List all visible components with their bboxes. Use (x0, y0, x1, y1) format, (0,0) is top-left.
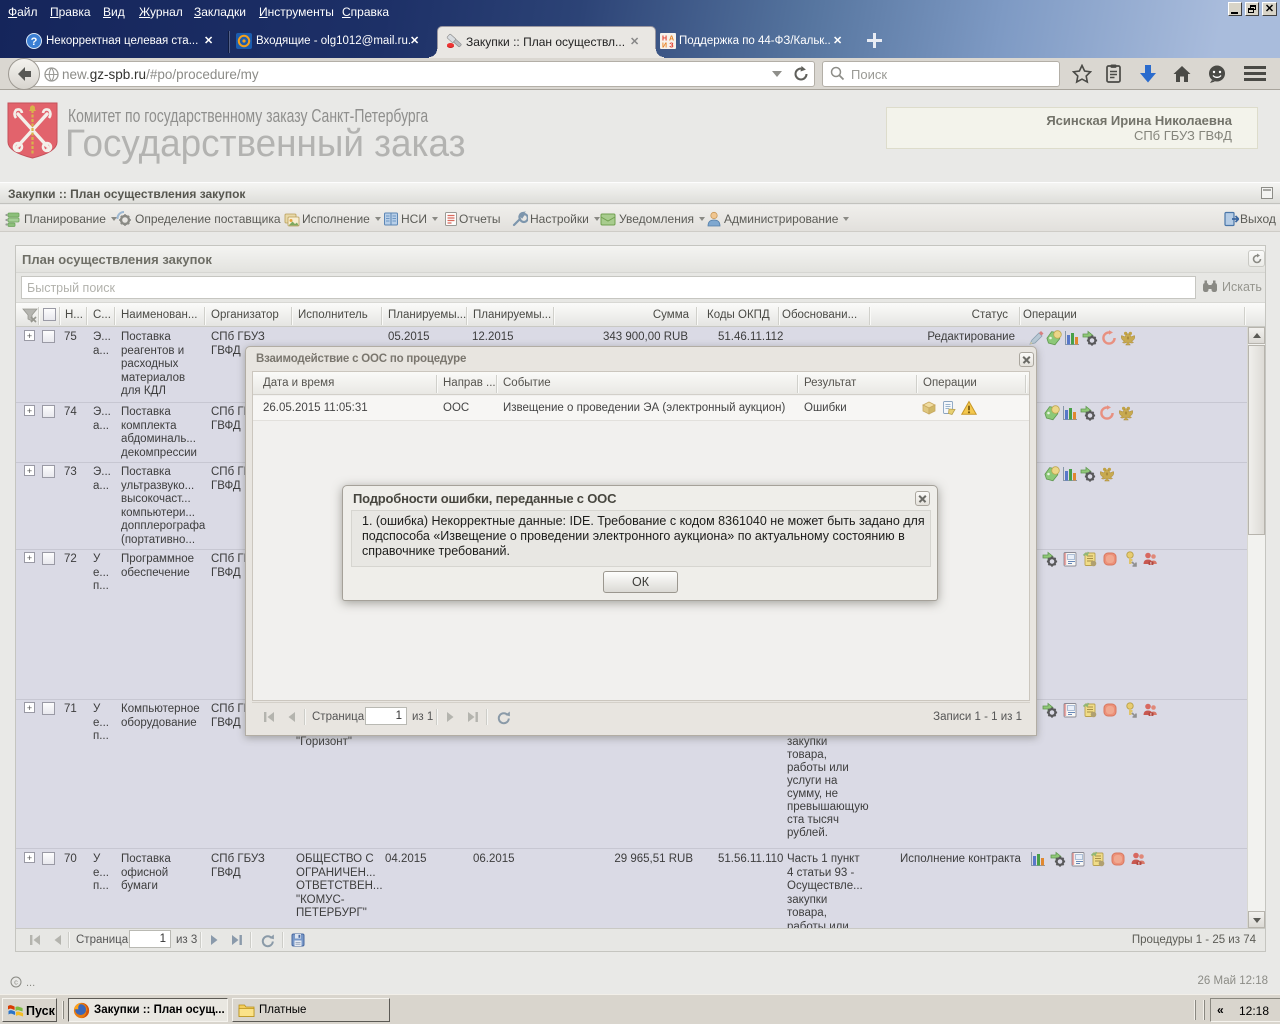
svg-text:Н: Н (662, 36, 667, 43)
svg-text:А: А (669, 36, 674, 43)
svg-text:?: ? (31, 36, 38, 48)
svg-text:c: c (14, 978, 18, 987)
svg-text:И: И (662, 43, 667, 50)
svg-text:З: З (669, 43, 674, 50)
